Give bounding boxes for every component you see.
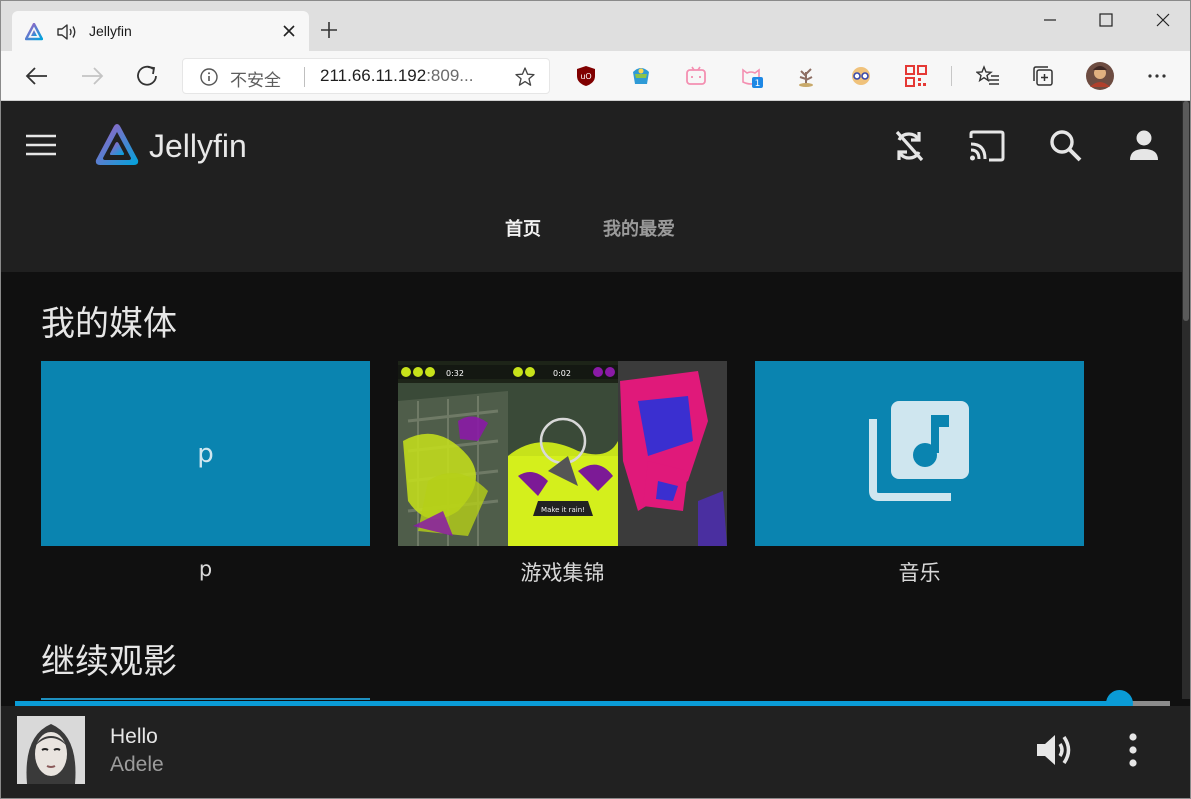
game-video-thumbnail: Make it rain! 0:32 0:02 [398,361,727,546]
music-library-icon [869,401,969,501]
close-tab-icon[interactable] [282,24,296,38]
sync-play-disabled-icon[interactable] [889,126,929,166]
back-icon[interactable] [23,62,51,90]
toolbar-divider [951,66,952,86]
audio-playing-icon[interactable] [56,22,78,42]
card-label-p[interactable]: p [41,557,370,581]
scrollbar-thumb[interactable] [1183,101,1189,321]
refresh-icon[interactable] [133,62,161,90]
media-card-p[interactable]: p [41,361,370,546]
menu-icon[interactable] [25,133,57,157]
main-content: 我的媒体 p p Make it rain! 0:32 0:02 游戏集锦 音乐… [1,272,1182,700]
section-title-my-media: 我的媒体 [41,304,177,344]
close-window-icon[interactable] [1152,9,1174,31]
address-divider [304,67,305,87]
maximize-icon[interactable] [1095,9,1117,31]
new-tab-icon[interactable] [319,20,339,40]
jellyfin-favicon [25,23,43,41]
app-header: Jellyfin 首页 我的最爱 [1,101,1182,272]
media-card-game-highlights[interactable]: Make it rain! 0:32 0:02 [398,361,727,546]
user-icon[interactable] [1124,126,1164,166]
profile-avatar[interactable] [1085,61,1115,91]
search-icon[interactable] [1046,126,1086,166]
svg-text:uO: uO [580,72,591,81]
volume-icon[interactable] [1034,730,1076,770]
forward-icon[interactable] [78,62,106,90]
track-artist[interactable]: Adele [110,753,164,777]
reader-glasses-icon[interactable] [849,64,873,88]
bilibili-icon[interactable] [684,64,708,88]
card-label-game-highlights[interactable]: 游戏集锦 [398,557,727,587]
svg-text:0:32: 0:32 [446,369,464,378]
browser-toolbar: 不安全 211.66.11.192:809... uO 1 [1,51,1190,101]
address-url[interactable]: 211.66.11.192:809... [320,66,496,86]
tab-home[interactable]: 首页 [505,215,541,241]
now-playing-bar: Hello Adele [1,706,1190,798]
address-bar[interactable]: 不安全 211.66.11.192:809... [182,58,550,94]
url-host: 211.66.11.192 [320,66,427,85]
favorite-star-icon[interactable] [514,66,536,88]
svg-text:Make it rain!: Make it rain! [541,506,585,514]
extension-badge: 1 [755,79,761,88]
browser-window: Jellyfin 不安全 211.66.11.192:809... uO 1 J… [0,0,1191,799]
svg-text:0:02: 0:02 [553,369,571,378]
section-title-continue-watching: 继续观影 [41,642,177,682]
collections-icon[interactable] [1031,64,1055,88]
jellyfin-logo-icon[interactable] [93,121,141,169]
security-status[interactable]: 不安全 [230,66,281,91]
tree-extension-icon[interactable] [794,64,818,88]
continue-watching-card-edge[interactable] [41,698,370,700]
favorites-list-icon[interactable] [976,64,1000,88]
page-scrollbar[interactable] [1182,101,1190,699]
track-title[interactable]: Hello [110,725,158,749]
minimize-icon[interactable] [1039,9,1061,31]
media-card-music[interactable] [755,361,1084,546]
header-tabs: 首页 我的最爱 [1,215,1182,241]
browser-tab-jellyfin[interactable]: Jellyfin [12,11,309,51]
card-label-music[interactable]: 音乐 [755,557,1084,587]
album-cover[interactable] [17,716,85,784]
player-more-icon[interactable] [1120,731,1146,771]
tampermonkey-icon[interactable] [629,64,653,88]
url-rest: :809... [426,66,474,85]
ublock-icon[interactable]: uO [574,64,598,88]
tab-favorites[interactable]: 我的最爱 [603,215,675,241]
app-logo-text[interactable]: Jellyfin [149,128,247,165]
card-letter: p [197,438,214,469]
tab-title: Jellyfin [89,23,132,39]
tab-strip: Jellyfin [1,1,1190,51]
info-icon[interactable] [199,67,219,87]
cast-icon[interactable] [967,126,1007,166]
qr-code-icon[interactable] [904,64,928,88]
cat-extension-icon[interactable]: 1 [739,64,763,88]
more-menu-icon[interactable] [1145,64,1169,88]
